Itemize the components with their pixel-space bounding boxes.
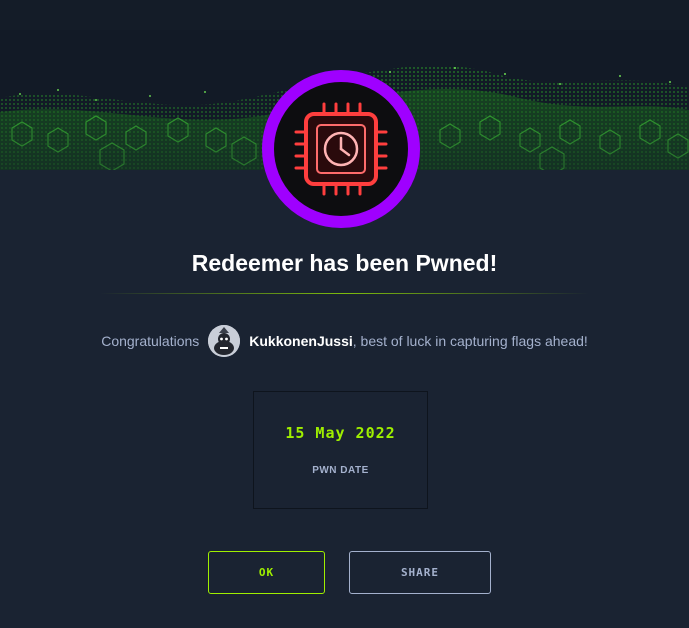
pwn-date-label: PWN DATE — [312, 465, 369, 476]
pwn-date-value: 15 May 2022 — [285, 424, 396, 442]
share-button[interactable]: SHARE — [349, 551, 491, 594]
machine-badge — [262, 70, 420, 228]
top-band — [0, 0, 689, 30]
pwn-date-card: 15 May 2022 PWN DATE — [253, 391, 428, 509]
cpu-chip-clock-icon — [262, 70, 420, 228]
congrats-suffix: , best of luck in capturing flags ahead! — [352, 333, 588, 349]
ok-button[interactable]: OK — [208, 551, 325, 594]
congrats-prefix: Congratulations — [101, 333, 200, 349]
avatar-art — [208, 325, 241, 357]
username-link[interactable]: KukkonenJussi — [249, 333, 352, 349]
pwned-title: Redeemer has been Pwned! — [191, 250, 498, 276]
congrats-message: Congratulations KukkonenJussi , best of … — [0, 324, 689, 358]
user-avatar[interactable] — [208, 325, 241, 357]
title-divider — [100, 293, 589, 294]
